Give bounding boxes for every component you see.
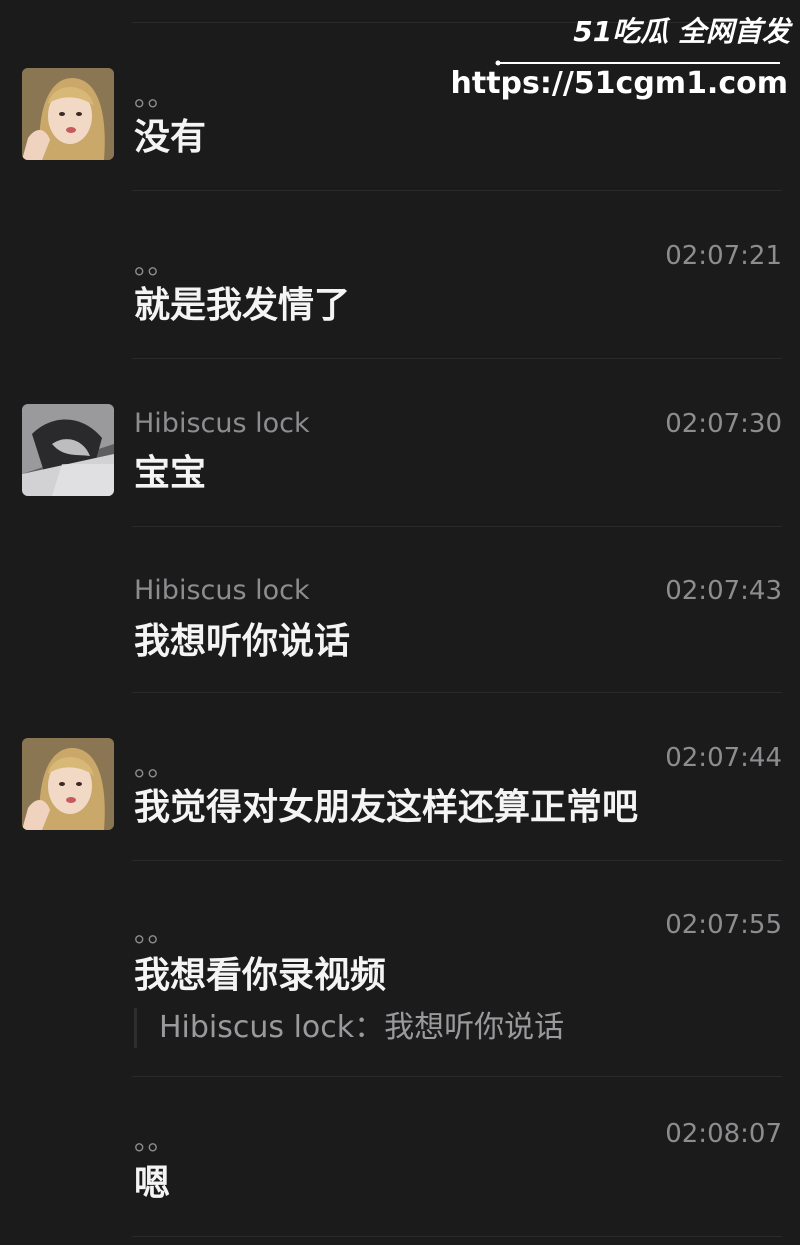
message-text: 嗯 — [134, 1163, 171, 1204]
watermark-logo: 51吃瓜 全网首发 — [573, 15, 790, 48]
message-divider — [132, 1076, 782, 1077]
message-divider — [132, 526, 782, 527]
message-text: 宝宝 — [134, 453, 207, 494]
message-text: 我想听你说话 — [134, 621, 351, 662]
female-avatar[interactable] — [22, 68, 114, 160]
female-avatar[interactable] — [22, 738, 114, 830]
message-time: 02:07:44 — [665, 743, 782, 773]
watermark-url: https://51cgm1.com — [450, 66, 788, 101]
message-divider — [132, 190, 782, 191]
message-text: 我觉得对女朋友这样还算正常吧 — [134, 787, 639, 828]
message-time: 02:07:43 — [665, 576, 782, 606]
message-divider — [132, 692, 782, 693]
message-text: 我想看你录视频 — [134, 955, 387, 996]
message-text: 就是我发情了 — [134, 285, 351, 326]
message-time: 02:08:07 — [665, 1119, 782, 1149]
sender-name: Hibiscus lock — [134, 408, 310, 439]
message-time: 02:07:30 — [665, 409, 782, 439]
message-time: 02:07:55 — [665, 910, 782, 940]
message-text: 没有 — [134, 117, 207, 158]
sender-name: Hibiscus lock — [134, 575, 310, 606]
quoted-reply[interactable]: Hibiscus lock：我想听你说话 — [134, 1008, 564, 1048]
sender-name: 。。 — [134, 250, 175, 281]
sender-name: 。。 — [134, 1126, 175, 1157]
sender-name: 。。 — [134, 752, 175, 783]
sender-name: 。。 — [134, 82, 175, 113]
site-watermark: 51吃瓜 全网首发 https://51cgm1.com — [451, 10, 794, 110]
message-divider — [132, 1236, 782, 1237]
male-avatar[interactable] — [22, 404, 114, 496]
message-divider — [132, 358, 782, 359]
message-divider — [132, 860, 782, 861]
message-time: 02:07:21 — [665, 241, 782, 271]
sender-name: 。。 — [134, 918, 175, 949]
